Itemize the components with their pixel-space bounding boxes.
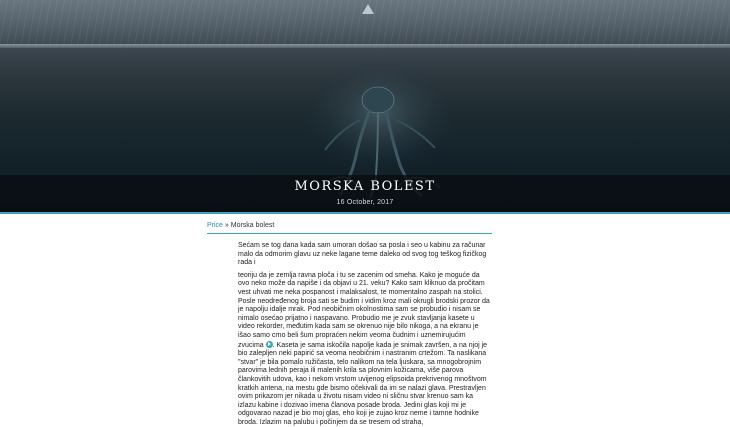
article-text-part2: . Kaseta je sama iskočila napolje kada j… [238, 341, 488, 426]
article-body: Sećam se tog dana kada sam umoran došao … [238, 242, 492, 427]
article-intro: Sećam se tog dana kada sam umoran došao … [238, 242, 487, 267]
article-text-part1: teoriju da je zemlja ravna ploča i tu se… [238, 271, 490, 349]
breadcrumb-separator: » [222, 222, 231, 229]
play-icon[interactable] [265, 340, 273, 348]
post-date: 16 October, 2017 [336, 199, 394, 206]
water-surface [0, 44, 730, 48]
main-content: Price » Morska bolest Sećam se tog dana … [207, 220, 492, 427]
sky-rain [0, 0, 730, 48]
header-divider [0, 212, 730, 214]
page-title: Morska bolest [294, 179, 436, 194]
article-paragraph: teoriju da je zemlja ravna ploča i tu se… [238, 272, 492, 427]
breadcrumb: Price » Morska bolest [207, 220, 492, 234]
breadcrumb-link-price[interactable]: Price [207, 222, 223, 229]
breadcrumb-current: Morska bolest [230, 222, 275, 229]
